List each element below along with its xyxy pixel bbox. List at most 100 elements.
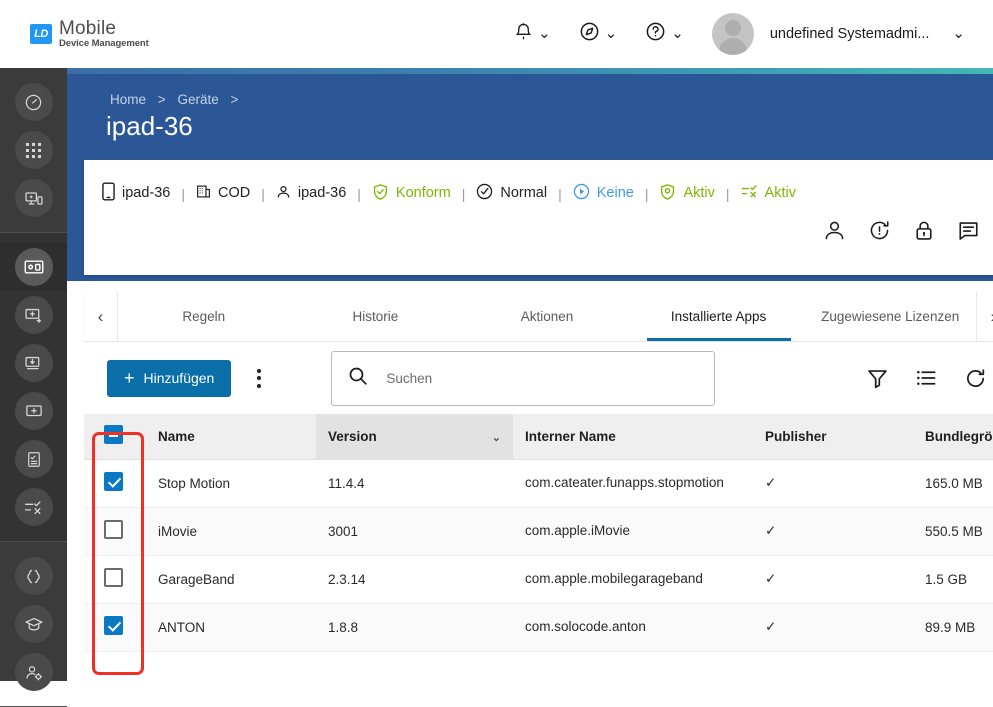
logo-title: Mobile bbox=[59, 17, 117, 39]
sidebar-item-apps[interactable] bbox=[0, 126, 67, 174]
sidebar-item-checklist[interactable] bbox=[0, 435, 67, 483]
shield-check-icon bbox=[372, 183, 389, 205]
graduation-cap-icon bbox=[14, 605, 53, 643]
sidebar-item-add-device[interactable] bbox=[0, 291, 67, 339]
row-checkbox[interactable] bbox=[104, 616, 123, 635]
column-header-version-label: Version bbox=[328, 428, 377, 444]
sidebar-item-device-add[interactable] bbox=[0, 387, 67, 435]
speedometer-icon bbox=[14, 83, 53, 121]
breadcrumb-devices[interactable]: Geräte bbox=[177, 92, 218, 107]
search-icon bbox=[348, 366, 368, 391]
tab-historie[interactable]: Historie bbox=[290, 292, 462, 341]
separator: | bbox=[558, 185, 562, 202]
monitor-plus-icon bbox=[14, 392, 53, 430]
column-header-name[interactable]: Name bbox=[146, 414, 316, 460]
tab-zugewiesene-lizenzen[interactable]: Zugewiesene Lizenzen bbox=[804, 292, 976, 341]
more-vertical-icon[interactable] bbox=[247, 363, 271, 393]
column-header-bundle-size[interactable]: Bundlegröße bbox=[913, 414, 993, 460]
sidebar-item-training[interactable] bbox=[0, 600, 67, 648]
device-chip-action: Keine bbox=[573, 183, 634, 204]
table-row[interactable]: iMovie 3001 com.apple.iMovie ✓ 550.5 MB bbox=[84, 507, 993, 556]
apps-toolbar: + Hinzufügen bbox=[84, 342, 993, 414]
search-input[interactable] bbox=[386, 370, 699, 386]
cell-publisher: ✓ bbox=[753, 507, 913, 556]
user-menu[interactable]: undefined Systemadmi... ⌄ bbox=[698, 0, 979, 67]
cell-version: 11.4.4 bbox=[316, 459, 513, 508]
help-button[interactable]: ⌄ bbox=[631, 0, 698, 67]
sidebar-item-scripts[interactable] bbox=[0, 552, 67, 600]
table-row[interactable]: ANTON 1.8.8 com.solocode.anton ✓ 89.9 MB bbox=[84, 603, 993, 652]
table-row[interactable]: Stop Motion 11.4.4 com.cateater.funapps.… bbox=[84, 459, 993, 508]
sidebar-item-enrollment[interactable] bbox=[0, 174, 67, 222]
refresh-info-button[interactable] bbox=[868, 219, 891, 242]
notifications-button[interactable]: ⌄ bbox=[500, 0, 565, 67]
plus-icon: + bbox=[124, 368, 135, 388]
table-header-row: Name Version ⌄ Interner Name Publisher B… bbox=[84, 414, 993, 460]
row-select-cell bbox=[84, 459, 146, 508]
lock-device-button[interactable] bbox=[913, 219, 935, 242]
separator: | bbox=[725, 185, 730, 202]
sidebar bbox=[0, 68, 67, 707]
user-name-label: undefined Systemadmi... bbox=[769, 25, 930, 42]
device-chip-org: COD bbox=[196, 184, 250, 203]
sidebar-group-3 bbox=[0, 542, 67, 707]
monitor-plus-arrow-icon bbox=[14, 296, 53, 334]
refresh-icon[interactable] bbox=[965, 368, 986, 389]
row-checkbox[interactable] bbox=[104, 520, 123, 539]
phone-icon bbox=[102, 182, 115, 205]
sidebar-item-tasks[interactable] bbox=[0, 483, 67, 531]
cell-version: 2.3.14 bbox=[316, 555, 513, 604]
column-header-version[interactable]: Version ⌄ bbox=[316, 414, 513, 460]
send-message-button[interactable] bbox=[957, 219, 980, 242]
document-check-icon bbox=[14, 440, 53, 478]
assign-user-button[interactable] bbox=[823, 219, 846, 242]
device-status-row: ipad-36 | COD | ipad-36 | Konform | Norm… bbox=[84, 160, 993, 205]
tab-list: Regeln Historie Aktionen Installierte Ap… bbox=[118, 292, 976, 341]
sidebar-group-1 bbox=[0, 68, 67, 233]
filter-icon[interactable] bbox=[867, 368, 888, 389]
grid-dots-icon bbox=[14, 131, 53, 169]
tabs-scroll-left-button[interactable]: ‹ bbox=[84, 292, 118, 341]
add-button[interactable]: + Hinzufügen bbox=[107, 359, 232, 397]
table-row[interactable]: GarageBand 2.3.14 com.apple.mobilegarage… bbox=[84, 555, 993, 604]
search-box[interactable] bbox=[331, 350, 716, 406]
installed-apps-panel: + Hinzufügen Suchen Name Version ⌄ Inter… bbox=[84, 342, 993, 681]
devices-icon bbox=[14, 248, 53, 286]
tab-aktionen[interactable]: Aktionen bbox=[461, 292, 633, 341]
column-header-publisher[interactable]: Publisher bbox=[753, 414, 913, 460]
app-logo[interactable]: LD Mobile Device Management bbox=[30, 19, 149, 49]
cell-internal-name: com.apple.iMovie bbox=[513, 507, 753, 556]
column-header-internal-name[interactable]: Interner Name bbox=[513, 414, 753, 460]
compass-icon bbox=[579, 21, 600, 47]
question-circle-icon bbox=[645, 21, 666, 47]
cell-name: Stop Motion bbox=[146, 459, 316, 508]
circle-play-icon bbox=[573, 183, 590, 204]
cell-name: iMovie bbox=[146, 507, 316, 556]
breadcrumb-home[interactable]: Home bbox=[110, 92, 146, 107]
cell-bundle-size: 1.5 GB bbox=[913, 555, 993, 604]
tab-installierte-apps[interactable]: Installierte Apps bbox=[633, 292, 805, 341]
cell-publisher: ✓ bbox=[753, 603, 913, 652]
cell-version: 3001 bbox=[316, 507, 513, 556]
tab-regeln[interactable]: Regeln bbox=[118, 292, 290, 341]
sidebar-item-devices[interactable] bbox=[0, 243, 67, 291]
cell-version: 1.8.8 bbox=[316, 603, 513, 652]
device-org: COD bbox=[218, 185, 251, 202]
top-bar-actions: ⌄ ⌄ ⌄ undefined Systemadmi... ⌄ bbox=[500, 0, 979, 67]
sidebar-item-download[interactable] bbox=[0, 339, 67, 387]
row-checkbox[interactable] bbox=[104, 472, 123, 491]
avatar bbox=[711, 12, 754, 55]
select-all-checkbox[interactable] bbox=[104, 425, 123, 445]
top-bar: LD Mobile Device Management ⌄ ⌄ ⌄ undefi… bbox=[0, 0, 993, 68]
list-check-icon bbox=[741, 184, 758, 203]
sidebar-item-user-settings[interactable] bbox=[0, 648, 67, 696]
chevron-down-icon: ⌄ bbox=[671, 25, 684, 42]
table-body: Stop Motion 11.4.4 com.cateater.funapps.… bbox=[84, 459, 993, 652]
page-title: ipad-36 bbox=[106, 111, 193, 141]
explore-button[interactable]: ⌄ bbox=[565, 0, 632, 67]
row-checkbox[interactable] bbox=[104, 568, 123, 587]
tabs-scroll-right-button[interactable]: › bbox=[976, 292, 993, 341]
sidebar-item-dashboard[interactable] bbox=[0, 78, 67, 126]
device-chip-protection: Aktiv bbox=[659, 183, 715, 205]
columns-list-icon[interactable] bbox=[916, 369, 937, 387]
